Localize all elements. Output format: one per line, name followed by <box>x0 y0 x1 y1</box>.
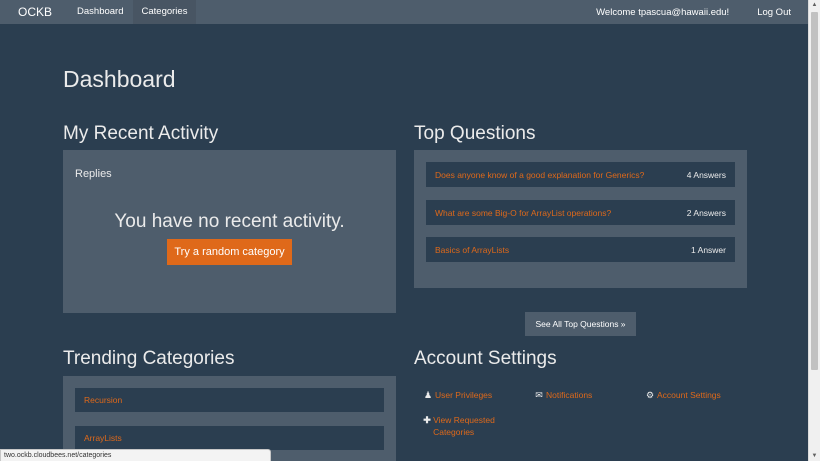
page-title: Dashboard <box>63 66 176 92</box>
scroll-down-arrow-icon[interactable]: ▼ <box>809 451 820 461</box>
question-row: What are some Big-O for ArrayList operat… <box>426 200 735 225</box>
account-settings-title: Account Settings <box>414 348 557 369</box>
category-link[interactable]: Recursion <box>84 395 122 405</box>
welcome-text[interactable]: Welcome tpascua@hawaii.edu! <box>596 7 757 18</box>
see-all-questions-button[interactable]: See All Top Questions » <box>525 312 636 336</box>
user-icon: ♟ <box>423 390 433 400</box>
user-privileges-link[interactable]: ♟ User Privileges <box>423 389 492 401</box>
account-settings-link[interactable]: ⚙ Account Settings <box>645 389 721 401</box>
category-link[interactable]: ArrayLists <box>84 433 122 443</box>
answer-count: 1 Answer <box>691 244 726 255</box>
top-questions-title: Top Questions <box>414 123 536 144</box>
replies-label: Replies <box>75 168 112 180</box>
top-navbar: OCKB Dashboard Categories Welcome tpascu… <box>0 0 808 24</box>
trending-categories-title: Trending Categories <box>63 348 235 369</box>
user-privileges-label[interactable]: User Privileges <box>435 389 492 401</box>
account-settings-label[interactable]: Account Settings <box>657 389 721 401</box>
nav-categories[interactable]: Categories <box>132 0 197 24</box>
nav-right: Welcome tpascua@hawaii.edu! Log Out <box>596 7 808 18</box>
scroll-thumb[interactable] <box>811 12 818 370</box>
recent-activity-title: My Recent Activity <box>63 123 219 144</box>
logout-link[interactable]: Log Out <box>757 7 808 18</box>
browser-status-bar: two.ockb.cloudbees.net/categories <box>0 449 271 461</box>
top-questions-panel: Does anyone know of a good explanation f… <box>414 150 747 288</box>
category-row[interactable]: Recursion <box>75 388 384 412</box>
nav-dashboard[interactable]: Dashboard <box>68 0 132 24</box>
scroll-up-arrow-icon[interactable]: ▲ <box>809 0 820 10</box>
notifications-label[interactable]: Notifications <box>546 389 592 401</box>
envelope-icon: ✉ <box>535 390 543 400</box>
page-scrollbar[interactable]: ▲ ▼ <box>808 0 820 461</box>
question-link[interactable]: What are some Big-O for ArrayList operat… <box>435 208 611 218</box>
plus-icon: ✚ <box>423 415 431 425</box>
random-category-button[interactable]: Try a random category <box>167 239 292 265</box>
answer-count: 2 Answers <box>686 207 726 218</box>
view-requested-link[interactable]: ✚ View Requested Categories <box>423 414 518 438</box>
question-row: Basics of ArrayLists 1 Answer <box>426 237 735 262</box>
view-requested-label[interactable]: View Requested Categories <box>433 414 518 438</box>
recent-activity-panel: Replies You have no recent activity. Try… <box>63 150 396 313</box>
question-row: Does anyone know of a good explanation f… <box>426 162 735 187</box>
gear-icon: ⚙ <box>645 390 655 400</box>
notifications-link[interactable]: ✉ Notifications <box>534 389 592 401</box>
answer-count: 4 Answers <box>686 169 726 180</box>
empty-activity-message: You have no recent activity. <box>114 211 345 232</box>
brand-logo[interactable]: OCKB <box>0 0 68 24</box>
status-url: two.ockb.cloudbees.net/categories <box>4 452 112 459</box>
question-link[interactable]: Does anyone know of a good explanation f… <box>435 170 644 180</box>
category-row[interactable]: ArrayLists <box>75 426 384 450</box>
question-link[interactable]: Basics of ArrayLists <box>435 245 509 255</box>
